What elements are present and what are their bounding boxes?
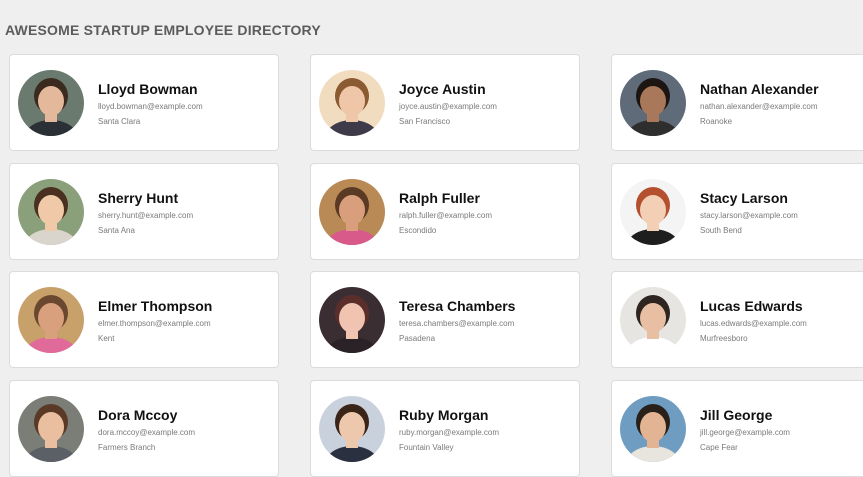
employee-avatar <box>620 287 686 353</box>
employee-card[interactable]: Teresa Chambers teresa.chambers@example.… <box>310 271 580 368</box>
portrait-photo <box>18 396 84 462</box>
employee-avatar <box>620 70 686 136</box>
employee-name: Sherry Hunt <box>98 190 179 206</box>
employee-email: jill.george@example.com <box>700 428 790 437</box>
portrait-photo <box>319 179 385 245</box>
employee-city: Roanoke <box>700 117 733 126</box>
photo-face <box>339 303 365 333</box>
employee-avatar <box>18 179 84 245</box>
portrait-photo <box>18 70 84 136</box>
employee-name: Elmer Thompson <box>98 298 213 314</box>
photo-face <box>339 412 365 442</box>
employee-name: Lloyd Bowman <box>98 81 198 97</box>
employee-name: Teresa Chambers <box>399 298 516 314</box>
employee-card[interactable]: Ruby Morgan ruby.morgan@example.com Foun… <box>310 380 580 477</box>
employee-avatar <box>18 396 84 462</box>
portrait-photo <box>620 287 686 353</box>
employee-name: Jill George <box>700 407 773 423</box>
employee-city: Murfreesboro <box>700 334 748 343</box>
portrait-photo <box>319 70 385 136</box>
employee-name: Joyce Austin <box>399 81 486 97</box>
page-title: AWESOME STARTUP EMPLOYEE DIRECTORY <box>5 22 321 38</box>
photo-face <box>38 412 64 442</box>
employee-name: Ralph Fuller <box>399 190 480 206</box>
photo-face <box>38 195 64 225</box>
portrait-photo <box>319 287 385 353</box>
photo-face <box>339 195 365 225</box>
employee-city: Pasadena <box>399 334 436 343</box>
photo-face <box>339 86 365 116</box>
employee-city: San Francisco <box>399 117 451 126</box>
portrait-photo <box>18 179 84 245</box>
employee-email: sherry.hunt@example.com <box>98 211 194 220</box>
portrait-photo <box>620 179 686 245</box>
employee-card[interactable]: Joyce Austin joyce.austin@example.com Sa… <box>310 54 580 151</box>
employee-city: Kent <box>98 334 115 343</box>
employee-city: Santa Ana <box>98 226 135 235</box>
employee-email: nathan.alexander@example.com <box>700 102 818 111</box>
employee-avatar <box>319 70 385 136</box>
employee-email: teresa.chambers@example.com <box>399 319 515 328</box>
employee-card[interactable]: Lloyd Bowman lloyd.bowman@example.com Sa… <box>9 54 279 151</box>
employee-card[interactable]: Stacy Larson stacy.larson@example.com So… <box>611 163 863 260</box>
employee-card[interactable]: Lucas Edwards lucas.edwards@example.com … <box>611 271 863 368</box>
employee-name: Lucas Edwards <box>700 298 803 314</box>
employee-avatar <box>620 396 686 462</box>
employee-name: Stacy Larson <box>700 190 788 206</box>
employee-avatar <box>319 396 385 462</box>
employee-email: ruby.morgan@example.com <box>399 428 500 437</box>
employee-email: lloyd.bowman@example.com <box>98 102 203 111</box>
employee-city: Farmers Branch <box>98 443 156 452</box>
employee-card[interactable]: Jill George jill.george@example.com Cape… <box>611 380 863 477</box>
employee-city: Fountain Valley <box>399 443 454 452</box>
photo-face <box>640 303 666 333</box>
employee-avatar <box>620 179 686 245</box>
portrait-photo <box>620 70 686 136</box>
employee-card[interactable]: Ralph Fuller ralph.fuller@example.com Es… <box>310 163 580 260</box>
photo-face <box>38 303 64 333</box>
photo-face <box>38 86 64 116</box>
employee-name: Dora Mccoy <box>98 407 178 423</box>
portrait-photo <box>319 396 385 462</box>
employee-email: dora.mccoy@example.com <box>98 428 196 437</box>
employee-email: elmer.thompson@example.com <box>98 319 211 328</box>
portrait-photo <box>620 396 686 462</box>
employee-avatar <box>18 287 84 353</box>
employee-card[interactable]: Elmer Thompson elmer.thompson@example.co… <box>9 271 279 368</box>
portrait-photo <box>18 287 84 353</box>
employee-email: joyce.austin@example.com <box>399 102 497 111</box>
employee-avatar <box>319 179 385 245</box>
photo-face <box>640 86 666 116</box>
employee-city: Escondido <box>399 226 437 235</box>
employee-city: South Bend <box>700 226 742 235</box>
employee-email: stacy.larson@example.com <box>700 211 798 220</box>
employee-avatar <box>319 287 385 353</box>
employee-email: lucas.edwards@example.com <box>700 319 807 328</box>
employee-card[interactable]: Dora Mccoy dora.mccoy@example.com Farmer… <box>9 380 279 477</box>
employee-name: Nathan Alexander <box>700 81 819 97</box>
photo-face <box>640 195 666 225</box>
photo-face <box>640 412 666 442</box>
employee-avatar <box>18 70 84 136</box>
employee-email: ralph.fuller@example.com <box>399 211 493 220</box>
employee-city: Santa Clara <box>98 117 141 126</box>
employee-card[interactable]: Sherry Hunt sherry.hunt@example.com Sant… <box>9 163 279 260</box>
employee-card[interactable]: Nathan Alexander nathan.alexander@exampl… <box>611 54 863 151</box>
employee-city: Cape Fear <box>700 443 738 452</box>
employee-name: Ruby Morgan <box>399 407 489 423</box>
